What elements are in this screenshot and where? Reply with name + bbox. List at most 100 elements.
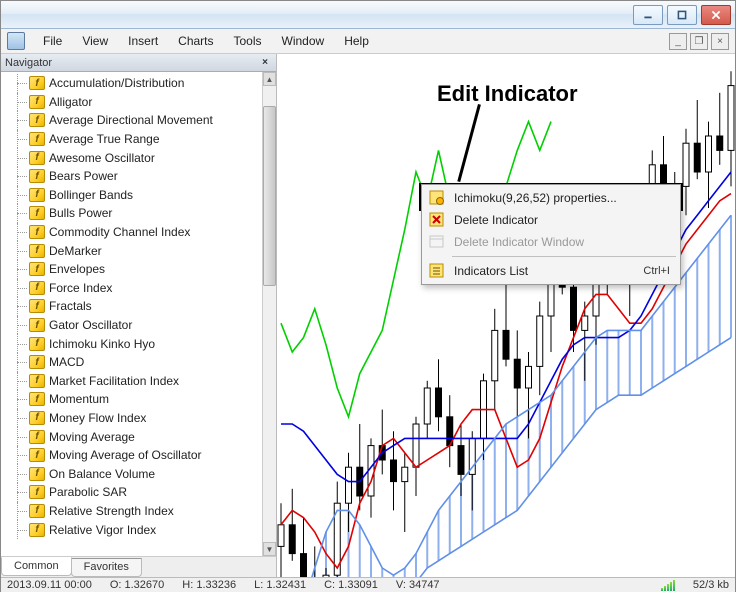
indicator-item[interactable]: f Moving Average bbox=[1, 427, 262, 446]
indicator-item[interactable]: f Parabolic SAR bbox=[1, 483, 262, 502]
indicator-icon: f bbox=[29, 467, 45, 481]
indicator-item[interactable]: fForce Index bbox=[1, 279, 262, 298]
indicator-icon: f bbox=[29, 337, 45, 351]
status-volume: V: 34747 bbox=[396, 579, 440, 591]
menubar: File View Insert Charts Tools Window Hel… bbox=[35, 32, 377, 50]
indicator-label: Market Facilitation Index bbox=[49, 374, 179, 388]
indicator-icon: f bbox=[29, 151, 45, 165]
indicator-item[interactable]: fGator Oscillator bbox=[1, 316, 262, 335]
status-open: O: 1.32670 bbox=[110, 579, 164, 591]
cm-delete-indicator[interactable]: Delete Indicator bbox=[424, 209, 678, 231]
navigator-scrollbar[interactable]: ▲ ▼ bbox=[262, 72, 276, 556]
indicator-icon: f bbox=[29, 299, 45, 313]
menubar-row: File View Insert Charts Tools Window Hel… bbox=[1, 29, 735, 54]
indicator-label: Moving Average bbox=[49, 430, 135, 444]
cm-delete-indicator-label: Delete Indicator bbox=[454, 213, 678, 227]
indicator-item[interactable]: fMACD bbox=[1, 353, 262, 372]
menu-window[interactable]: Window bbox=[274, 32, 333, 50]
indicator-label: Commodity Channel Index bbox=[49, 225, 190, 239]
indicator-item[interactable]: fAverage Directional Movement bbox=[1, 111, 262, 130]
menu-tools[interactable]: Tools bbox=[226, 32, 270, 50]
indicator-label: Parabolic SAR bbox=[49, 485, 127, 499]
indicator-label: Average Directional Movement bbox=[49, 113, 213, 127]
indicator-icon: f bbox=[29, 281, 45, 295]
navigator-close-icon[interactable]: × bbox=[258, 56, 272, 69]
indicator-item[interactable]: fMarket Facilitation Index bbox=[1, 372, 262, 391]
scroll-down-icon[interactable]: ▼ bbox=[263, 542, 276, 556]
indicator-label: Relative Vigor Index bbox=[49, 523, 156, 537]
menu-insert[interactable]: Insert bbox=[120, 32, 166, 50]
status-close: C: 1.33091 bbox=[324, 579, 378, 591]
indicator-icon: f bbox=[29, 430, 45, 444]
scroll-thumb[interactable] bbox=[263, 106, 276, 286]
indicator-icon: f bbox=[29, 392, 45, 406]
status-datetime: 2013.09.11 00:00 bbox=[7, 579, 92, 591]
indicator-item[interactable]: f Average True Range bbox=[1, 130, 262, 149]
cm-properties[interactable]: Ichimoku(9,26,52) properties... bbox=[424, 187, 678, 209]
status-network: 52/3 kb bbox=[693, 579, 729, 591]
indicator-icon: f bbox=[29, 132, 45, 146]
mdi-minimize-icon[interactable]: _ bbox=[669, 33, 687, 50]
menu-view[interactable]: View bbox=[74, 32, 116, 50]
indicator-label: Bulls Power bbox=[49, 206, 112, 220]
indicator-item[interactable]: fBulls Power bbox=[1, 204, 262, 223]
indicator-item[interactable]: f Bears Power bbox=[1, 167, 262, 186]
indicator-item[interactable]: fMoving Average of Oscillator bbox=[1, 446, 262, 465]
indicator-icon: f bbox=[29, 244, 45, 258]
navigator-title: Navigator bbox=[5, 57, 52, 69]
cm-indicators-list[interactable]: Indicators List Ctrl+I bbox=[424, 260, 678, 282]
indicator-item[interactable]: fBollinger Bands bbox=[1, 186, 262, 205]
indicator-item[interactable]: f Awesome Oscillator bbox=[1, 148, 262, 167]
mdi-close-icon[interactable]: × bbox=[711, 33, 729, 50]
indicator-label: Awesome Oscillator bbox=[49, 151, 155, 165]
minimize-button[interactable] bbox=[633, 5, 663, 25]
indicators-list-icon bbox=[428, 262, 446, 280]
cm-indicators-list-label: Indicators List bbox=[454, 264, 643, 278]
indicator-label: Bears Power bbox=[49, 169, 118, 183]
indicator-item[interactable]: f On Balance Volume bbox=[1, 464, 262, 483]
window-titlebar bbox=[1, 1, 735, 29]
cm-separator bbox=[452, 256, 676, 257]
indicator-tree[interactable]: fAccumulation/DistributionfAlligatorfAve… bbox=[1, 72, 262, 556]
scroll-up-icon[interactable]: ▲ bbox=[263, 72, 276, 86]
indicator-label: On Balance Volume bbox=[49, 467, 155, 481]
indicator-item[interactable]: fFractals bbox=[1, 297, 262, 316]
indicator-label: Envelopes bbox=[49, 262, 105, 276]
cm-delete-window: Delete Indicator Window bbox=[424, 231, 678, 253]
indicator-item[interactable]: fMomentum bbox=[1, 390, 262, 409]
close-button[interactable] bbox=[701, 5, 731, 25]
indicator-item[interactable]: f DeMarker bbox=[1, 241, 262, 260]
maximize-button[interactable] bbox=[667, 5, 697, 25]
properties-icon bbox=[428, 189, 446, 207]
tab-favorites[interactable]: Favorites bbox=[71, 558, 142, 577]
mdi-restore-icon[interactable]: ❐ bbox=[690, 33, 708, 50]
chart-pane[interactable] bbox=[277, 54, 735, 577]
menu-charts[interactable]: Charts bbox=[170, 32, 221, 50]
cm-properties-label: Ichimoku(9,26,52) properties... bbox=[454, 191, 678, 205]
indicator-label: Moving Average of Oscillator bbox=[49, 448, 202, 462]
indicator-item[interactable]: fRelative Strength Index bbox=[1, 502, 262, 521]
indicator-icon: f bbox=[29, 225, 45, 239]
menu-file[interactable]: File bbox=[35, 32, 70, 50]
indicator-icon: f bbox=[29, 411, 45, 425]
indicator-label: Average True Range bbox=[49, 132, 160, 146]
indicator-item[interactable]: fAccumulation/Distribution bbox=[1, 74, 262, 93]
status-high: H: 1.33236 bbox=[182, 579, 236, 591]
indicator-icon: f bbox=[29, 169, 45, 183]
indicator-icon: f bbox=[29, 355, 45, 369]
indicator-label: DeMarker bbox=[49, 244, 102, 258]
indicator-label: Alligator bbox=[49, 95, 92, 109]
indicator-label: Ichimoku Kinko Hyo bbox=[49, 337, 155, 351]
indicator-item[interactable]: fMoney Flow Index bbox=[1, 409, 262, 428]
tab-common[interactable]: Common bbox=[1, 557, 72, 576]
indicator-item[interactable]: fEnvelopes bbox=[1, 260, 262, 279]
indicator-item[interactable]: f Ichimoku Kinko Hyo bbox=[1, 334, 262, 353]
indicator-item[interactable]: f Commodity Channel Index bbox=[1, 223, 262, 242]
indicator-icon: f bbox=[29, 485, 45, 499]
indicator-item[interactable]: fRelative Vigor Index bbox=[1, 520, 262, 539]
indicator-label: Bollinger Bands bbox=[49, 188, 133, 202]
indicator-item[interactable]: fAlligator bbox=[1, 93, 262, 112]
menu-help[interactable]: Help bbox=[336, 32, 377, 50]
status-low: L: 1.32431 bbox=[254, 579, 306, 591]
indicator-context-menu: Ichimoku(9,26,52) properties... Delete I… bbox=[421, 184, 681, 285]
